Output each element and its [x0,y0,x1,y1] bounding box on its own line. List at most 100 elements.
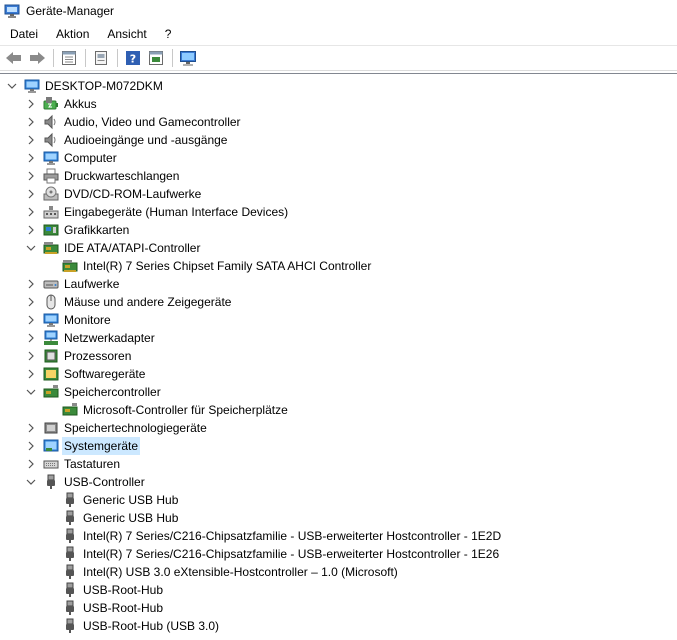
tree-root[interactable]: DESKTOP-M072DKM [6,77,165,95]
toolbar-separator [117,49,118,67]
monitor-scan-icon[interactable] [177,47,199,69]
storage-controller-icon [43,384,59,400]
tree-node-label: DVD/CD-ROM-Laufwerke [64,187,202,201]
back-arrow-icon[interactable] [3,47,25,69]
tree-category[interactable]: Grafikkarten [25,221,131,239]
tree-node-label: Intel(R) USB 3.0 eXtensible-Hostcontroll… [83,565,398,579]
tree-node-label: Softwaregeräte [64,367,146,381]
chevron-down-icon[interactable] [25,473,37,491]
hid-icon [43,204,59,220]
software-device-icon [43,366,59,382]
chevron-right-icon[interactable] [25,167,37,185]
tree-category[interactable]: IDE ATA/ATAPI-Controller [25,239,202,257]
tree-device[interactable]: USB-Root-Hub [44,581,165,599]
usb-plug-icon [43,474,59,490]
chevron-right-icon[interactable] [25,329,37,347]
window-title: Geräte-Manager [26,4,115,18]
chevron-right-icon[interactable] [25,131,37,149]
tree-category[interactable]: Akkus [25,95,99,113]
tree-category[interactable]: Laufwerke [25,275,121,293]
tree-node-label: USB-Root-Hub [83,583,164,597]
menu-aktion[interactable]: Aktion [46,24,97,44]
chevron-right-icon[interactable] [25,437,37,455]
chevron-right-icon[interactable] [25,221,37,239]
tree-device[interactable]: Intel(R) 7 Series/C216-Chipsatzfamilie -… [44,527,503,545]
tree-node-label: Generic USB Hub [83,493,179,507]
tree-category[interactable]: USB-Controller [25,473,147,491]
show-hidden-icon[interactable] [145,47,167,69]
help-icon[interactable]: ? [122,47,144,69]
toolbar: ? [0,45,677,71]
chevron-right-icon[interactable] [25,275,37,293]
tree-category[interactable]: Audio, Video und Gamecontroller [25,113,243,131]
device-tree[interactable]: DESKTOP-M072DKM Akkus Audio, Video und Gam… [0,73,677,640]
chevron-right-icon[interactable] [25,365,37,383]
chevron-right-icon[interactable] [25,347,37,365]
chevron-right-icon[interactable] [25,149,37,167]
chevron-right-icon[interactable] [25,455,37,473]
tree-device[interactable]: Generic USB Hub [44,491,180,509]
tree-device[interactable]: Intel(R) USB 3.0 eXtensible-Hostcontroll… [44,563,400,581]
chevron-right-icon[interactable] [25,113,37,131]
tree-device[interactable]: Intel(R) 7 Series/C216-Chipsatzfamilie -… [44,545,501,563]
network-adapter-icon [43,330,59,346]
tree-node-label: Speichertechnologiegeräte [64,421,207,435]
tree-category[interactable]: DVD/CD-ROM-Laufwerke [25,185,203,203]
tree-node-label: Grafikkarten [64,223,130,237]
tree-device[interactable]: Generic USB Hub [44,509,180,527]
tree-category[interactable]: Audioeingänge und -ausgänge [25,131,229,149]
system-device-icon [43,438,59,454]
tree-category[interactable]: Tastaturen [25,455,122,473]
tree-device[interactable]: USB-Root-Hub (USB 3.0) [44,617,221,635]
tree-node-label: Intel(R) 7 Series/C216-Chipsatzfamilie -… [83,547,500,561]
tree-category[interactable]: Monitore [25,311,113,329]
tree-node-label: Mäuse und andere Zeigegeräte [64,295,232,309]
tree-category[interactable]: Druckwarteschlangen [25,167,181,185]
update-driver-icon[interactable] [90,47,112,69]
usb-plug-icon [62,546,78,562]
chevron-right-icon[interactable] [25,311,37,329]
chevron-right-icon[interactable] [25,95,37,113]
forward-arrow-icon[interactable] [26,47,48,69]
tree-category[interactable]: Speichertechnologiegeräte [25,419,209,437]
tree-category[interactable]: Eingabegeräte (Human Interface Devices) [25,203,290,221]
menu-ansicht[interactable]: Ansicht [97,24,154,44]
tree-device[interactable]: USB-Root-Hub [44,599,165,617]
usb-plug-icon [62,528,78,544]
tree-node-label: USB-Root-Hub [83,601,164,615]
tree-node-label: Intel(R) 7 Series Chipset Family SATA AH… [83,259,372,273]
chevron-down-icon[interactable] [25,239,37,257]
tree-node-label: IDE ATA/ATAPI-Controller [64,241,201,255]
chevron-down-icon[interactable] [6,77,18,95]
title-bar: Geräte-Manager [0,0,677,22]
menu-help[interactable]: ? [155,24,180,44]
tree-node-label: Speichercontroller [64,385,161,399]
tree-category[interactable]: Netzwerkadapter [25,329,157,347]
tree-category[interactable]: Softwaregeräte [25,365,147,383]
tree-device[interactable]: Intel(R) 7 Series Chipset Family SATA AH… [44,257,373,275]
tree-category[interactable]: Mäuse und andere Zeigegeräte [25,293,233,311]
storage-tech-icon [43,420,59,436]
tree-node-label: Audio, Video und Gamecontroller [64,115,241,129]
chevron-right-icon[interactable] [25,293,37,311]
properties-icon[interactable] [58,47,80,69]
usb-plug-icon [62,600,78,616]
tree-category[interactable]: Systemgeräte [25,437,141,455]
menu-datei[interactable]: Datei [0,24,46,44]
tree-device[interactable]: Microsoft-Controller für Speicherplätze [44,401,290,419]
chevron-right-icon[interactable] [25,185,37,203]
chevron-right-icon[interactable] [25,419,37,437]
chevron-right-icon[interactable] [25,203,37,221]
toolbar-separator [53,49,54,67]
tree-node-label: Druckwarteschlangen [64,169,180,183]
tree-node-label: Audioeingänge und -ausgänge [64,133,228,147]
tree-category[interactable]: Computer [25,149,119,167]
controller-card-icon [62,258,78,274]
tree-category[interactable]: Prozessoren [25,347,133,365]
tree-category[interactable]: Speichercontroller [25,383,163,401]
chevron-down-icon[interactable] [25,383,37,401]
computer-icon [24,78,40,94]
